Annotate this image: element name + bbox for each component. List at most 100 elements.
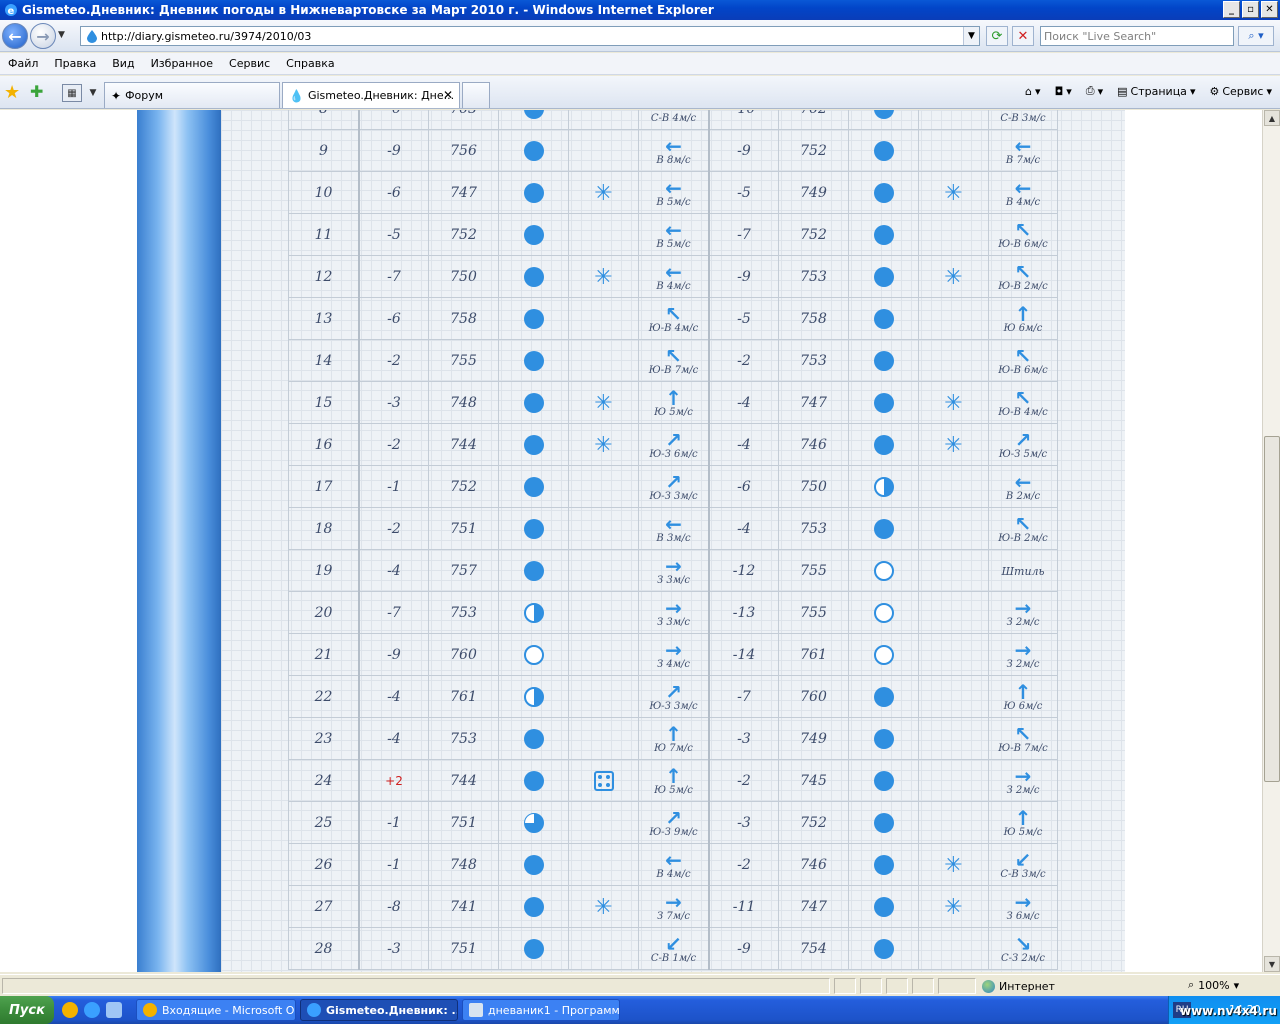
quick-tabs-icon[interactable]: ▦ [62,84,82,102]
maximize-button[interactable]: ▫ [1242,1,1259,18]
wind-day-label: Ю 5м/с [654,784,693,796]
wind-arrow-icon: ↖ [1014,721,1032,746]
phenomena-evening-icon [918,718,988,760]
scroll-up-icon[interactable]: ▲ [1264,110,1280,126]
history-dropdown-icon[interactable]: ▼ [58,30,65,40]
zoom-control[interactable]: ⌕ 100% ▾ [1188,978,1239,992]
day-cell: 10 [288,172,358,214]
wind-day-cell: ← В 8м/с [638,130,708,172]
wind-day-cell: ← В 4м/с [638,256,708,298]
menu-view[interactable]: Вид [104,57,142,70]
search-input[interactable]: Поиск "Live Search" [1040,26,1234,46]
table-row: 8-6763 ↙С-В 4м/с-10762 ↙С-В 3м/с [288,110,1058,130]
status-segment [938,978,976,994]
search-button[interactable]: ⌕ ▾ [1238,26,1274,46]
favorites-star-icon[interactable]: ★ [4,82,20,103]
start-button[interactable]: Пуск [0,996,54,1024]
address-bar[interactable]: http://diary.gismeteo.ru/3974/2010/03 ▼ [80,26,980,46]
taskbar-item-program[interactable]: дневаник1 - Программа... [462,999,620,1021]
taskbar-item-outlook[interactable]: Входящие - Microsoft O... [136,999,296,1021]
address-dropdown-icon[interactable]: ▼ [963,27,979,45]
temp-day-cell: -2 [358,508,428,550]
wind-evening-label: Ю-В 6м/с [998,238,1048,250]
pressure-evening-cell: 750 [778,466,848,508]
phenomena-evening-icon: ✳ [918,424,988,466]
ie-quicklaunch-icon[interactable] [84,1002,100,1018]
minimize-button[interactable]: _ [1223,1,1240,18]
wind-arrow-icon: ↗ [1014,427,1032,452]
menu-tools[interactable]: Сервис [221,57,278,70]
wind-arrow-icon: ← [665,511,682,536]
menu-favorites[interactable]: Избранное [143,57,221,70]
home-button[interactable]: ⌂ ▾ [1025,85,1041,98]
wind-arrow-icon: ↗ [665,679,682,704]
table-row: 13 -6 758 ↖ Ю-В 4м/с -5 758 ↑ Ю 6м/с [288,298,1058,340]
scrollbar-thumb[interactable] [1264,436,1280,782]
wind-evening-cell: ↖ Ю-В 2м/с [988,256,1058,298]
outlook-quicklaunch-icon[interactable] [62,1002,78,1018]
phenomena-evening-icon [918,130,988,172]
desktop-quicklaunch-icon[interactable] [106,1002,122,1018]
wind-evening-label: Ю-В 6м/с [998,364,1048,376]
wind-arrow-icon: ← [665,133,682,158]
wind-arrow-icon: ↗ [665,469,682,494]
back-button[interactable]: ← [2,23,28,49]
cloud-day-icon [498,760,568,802]
wind-day-label: В 4м/с [656,868,691,880]
wind-arrow-icon: ← [665,175,682,200]
refresh-button[interactable]: ⟳ [986,26,1008,46]
close-tab-icon[interactable]: ✕ [443,88,453,102]
pressure-evening-cell: 762 [778,110,848,130]
pressure-day-cell: 750 [428,256,498,298]
wind-day-label: З 7м/с [656,910,691,922]
wind-evening-cell: ← В 4м/с [988,172,1058,214]
menu-help[interactable]: Справка [278,57,342,70]
stop-button[interactable]: ✕ [1012,26,1034,46]
pressure-day-cell: 752 [428,466,498,508]
day-cell: 21 [288,634,358,676]
menu-file[interactable]: Файл [0,57,46,70]
vertical-scrollbar[interactable]: ▲ ▼ [1262,110,1280,972]
close-window-button[interactable]: ✕ [1261,1,1278,18]
wind-evening-label: Ю 6м/с [1003,322,1043,334]
menu-edit[interactable]: Правка [46,57,104,70]
phenomena-evening-icon: ✳ [918,172,988,214]
wind-evening-label: Ю-В 2м/с [998,532,1048,544]
temp-evening-cell: -10 [708,110,778,130]
table-row: 14 -2 755 ↖ Ю-В 7м/с -2 753 ↖ Ю-В 6м/с [288,340,1058,382]
tools-menu-button[interactable]: ⚙ Сервис ▾ [1209,85,1272,98]
page-menu-button[interactable]: ▤ Страница ▾ [1117,85,1195,98]
phenomena-evening-icon [918,928,988,970]
phenomena-evening-icon [918,214,988,256]
pressure-day-cell: 753 [428,718,498,760]
wind-evening-cell: ↗ Ю-З 5м/с [988,424,1058,466]
tab-gismeteo[interactable]: 💧 Gismeteo.Дневник: Дне... ✕ [282,82,460,108]
wind-day-cell: ↗ Ю-З 9м/с [638,802,708,844]
new-tab-button[interactable] [462,82,490,108]
phenomena-day-icon [568,466,638,508]
wind-day-cell: ↑ Ю 5м/с [638,382,708,424]
phenomena-evening-icon [918,110,988,130]
wind-day-cell: ↙ С-В 1м/с [638,928,708,970]
add-favorite-icon[interactable]: ✚ [30,82,43,101]
phenomena-evening-icon [918,550,988,592]
pressure-evening-cell: 753 [778,256,848,298]
printer-icon: ⎙ [1085,84,1095,97]
tab-list-dropdown-icon[interactable]: ▼ [86,84,100,102]
print-button[interactable]: ⎙ ▾ [1086,84,1103,98]
wind-evening-cell: ↙С-В 3м/с [988,110,1058,130]
tab-forum[interactable]: ✦ Форум [104,82,280,108]
wind-evening-cell: ↑ Ю 6м/с [988,676,1058,718]
scroll-down-icon[interactable]: ▼ [1264,956,1280,972]
pressure-evening-cell: 755 [778,592,848,634]
cloud-day-icon [498,676,568,718]
forward-button[interactable]: → [30,23,56,49]
pressure-evening-cell: 761 [778,634,848,676]
outlook-icon [143,1003,157,1017]
wind-day-cell: ↗ Ю-З 6м/с [638,424,708,466]
security-zone[interactable]: Интернет [980,978,1180,994]
cloud-day-icon [498,172,568,214]
taskbar-item-ie[interactable]: Gismeteo.Дневник: ... [300,999,458,1021]
feeds-button[interactable]: ◘ ▾ [1055,85,1072,98]
wind-day-cell: ← В 5м/с [638,172,708,214]
